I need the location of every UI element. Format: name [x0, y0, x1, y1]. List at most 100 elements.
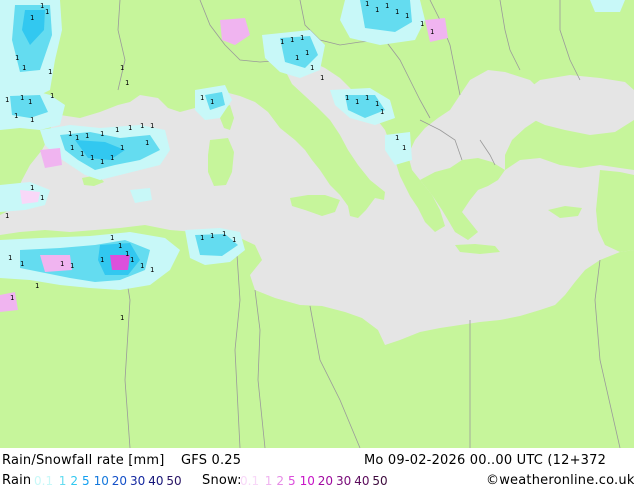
- rain-legend-value-6: 30: [130, 474, 146, 488]
- svg-text:1: 1: [48, 68, 52, 76]
- snow-legend-value-4: 10: [299, 474, 315, 488]
- svg-text:1: 1: [305, 49, 309, 57]
- svg-text:1: 1: [90, 154, 94, 162]
- svg-text:1: 1: [380, 108, 384, 116]
- svg-text:1: 1: [40, 2, 44, 10]
- svg-text:1: 1: [120, 144, 124, 152]
- svg-text:1: 1: [85, 132, 89, 140]
- svg-text:1: 1: [125, 79, 129, 87]
- model-name: GFS 0.25: [181, 453, 242, 468]
- svg-text:1: 1: [22, 64, 26, 72]
- svg-text:1: 1: [8, 254, 12, 262]
- svg-text:1: 1: [70, 144, 74, 152]
- snow-legend-value-3: 5: [288, 474, 296, 488]
- svg-text:1: 1: [150, 122, 154, 130]
- svg-text:1: 1: [35, 282, 39, 290]
- svg-text:1: 1: [130, 256, 134, 264]
- svg-text:1: 1: [365, 94, 369, 102]
- svg-text:1: 1: [375, 6, 379, 14]
- svg-text:1: 1: [40, 194, 44, 202]
- rain-legend-value-1: 1: [58, 474, 67, 488]
- map-canvas: 111 11 1 1 1 11 11 1111 1111 11 1 1 111 111 1…: [0, 0, 634, 448]
- rain-legend-value-7: 40: [148, 474, 164, 488]
- snow-legend-value-0: 0.1: [240, 474, 260, 488]
- svg-text:1: 1: [310, 64, 314, 72]
- svg-text:1: 1: [100, 130, 104, 138]
- snow-legend-value-5: 20: [317, 474, 334, 488]
- svg-text:1: 1: [80, 150, 84, 158]
- svg-text:1: 1: [20, 260, 24, 268]
- svg-text:1: 1: [20, 94, 24, 102]
- svg-text:1: 1: [232, 236, 236, 244]
- svg-text:1: 1: [14, 112, 18, 120]
- credit-link[interactable]: ©weatheronline.co.uk: [486, 473, 634, 488]
- rain-legend-label: Rain: [2, 473, 32, 488]
- product-title: Rain/Snowfall rate [mm]: [2, 453, 165, 468]
- svg-text:1: 1: [140, 262, 144, 270]
- svg-text:1: 1: [210, 98, 214, 106]
- svg-text:1: 1: [210, 232, 214, 240]
- svg-text:1: 1: [295, 54, 299, 62]
- rain-legend-value-8: 50: [166, 474, 182, 488]
- svg-text:1: 1: [145, 139, 149, 147]
- svg-text:1: 1: [118, 242, 122, 250]
- svg-text:1: 1: [290, 36, 294, 44]
- svg-text:1: 1: [45, 8, 49, 16]
- svg-text:1: 1: [405, 12, 409, 20]
- svg-text:1: 1: [60, 260, 64, 268]
- svg-text:1: 1: [28, 98, 32, 106]
- svg-text:1: 1: [128, 124, 132, 132]
- svg-text:1: 1: [120, 64, 124, 72]
- snow-legend-value-8: 50: [372, 474, 388, 488]
- svg-text:1: 1: [68, 130, 72, 138]
- svg-text:1: 1: [280, 38, 284, 46]
- svg-text:1: 1: [395, 134, 399, 142]
- svg-text:1: 1: [50, 92, 54, 100]
- rain-legend-value-5: 20: [111, 474, 128, 488]
- svg-text:1: 1: [430, 28, 434, 36]
- rain-legend-value-3: 5: [82, 474, 90, 488]
- svg-text:1: 1: [15, 54, 19, 62]
- rain-legend-value-0: 0.1: [34, 474, 54, 488]
- map-footer: Rain/Snowfall rate [mm] GFS 0.25 Mo 09-0…: [0, 448, 634, 490]
- svg-text:1: 1: [222, 230, 226, 238]
- snow-legend-value-1: 1: [264, 474, 273, 488]
- snow-legend-value-7: 40: [354, 474, 370, 488]
- svg-text:1: 1: [320, 74, 324, 82]
- snow-legend-value-6: 30: [336, 474, 352, 488]
- svg-text:1: 1: [375, 100, 379, 108]
- svg-text:1: 1: [115, 126, 119, 134]
- svg-text:1: 1: [5, 96, 9, 104]
- svg-text:1: 1: [70, 262, 74, 270]
- svg-text:1: 1: [110, 154, 114, 162]
- svg-text:1: 1: [420, 20, 424, 28]
- snow-legend-label: Snow:: [202, 473, 242, 488]
- svg-text:1: 1: [150, 266, 154, 274]
- svg-text:1: 1: [395, 8, 399, 16]
- svg-text:1: 1: [120, 314, 124, 322]
- svg-text:1: 1: [200, 234, 204, 242]
- svg-text:1: 1: [100, 158, 104, 166]
- precipitation-map[interactable]: 111 111 1111 11 1111 1111 1111 111 111 1…: [0, 0, 634, 448]
- svg-text:1: 1: [345, 94, 349, 102]
- svg-text:1: 1: [110, 234, 114, 242]
- svg-text:1: 1: [75, 134, 79, 142]
- svg-text:1: 1: [100, 256, 104, 264]
- svg-text:1: 1: [140, 122, 144, 130]
- svg-text:1: 1: [355, 98, 359, 106]
- svg-text:1: 1: [30, 184, 34, 192]
- rain-legend-value-4: 10: [93, 474, 109, 488]
- snow-legend-value-2: 2: [276, 474, 285, 488]
- svg-text:1: 1: [10, 294, 14, 302]
- valid-datetime: Mo 09-02-2026 00..00 UTC (12+372: [364, 453, 607, 468]
- svg-text:1: 1: [125, 250, 129, 258]
- svg-text:1: 1: [300, 34, 304, 42]
- svg-text:1: 1: [385, 2, 389, 10]
- rain-legend-value-2: 2: [70, 474, 79, 488]
- svg-text:1: 1: [402, 144, 406, 152]
- svg-text:1: 1: [365, 0, 369, 8]
- svg-text:1: 1: [30, 116, 34, 124]
- svg-text:1: 1: [30, 14, 34, 22]
- svg-text:1: 1: [5, 212, 9, 220]
- svg-text:1: 1: [200, 94, 204, 102]
